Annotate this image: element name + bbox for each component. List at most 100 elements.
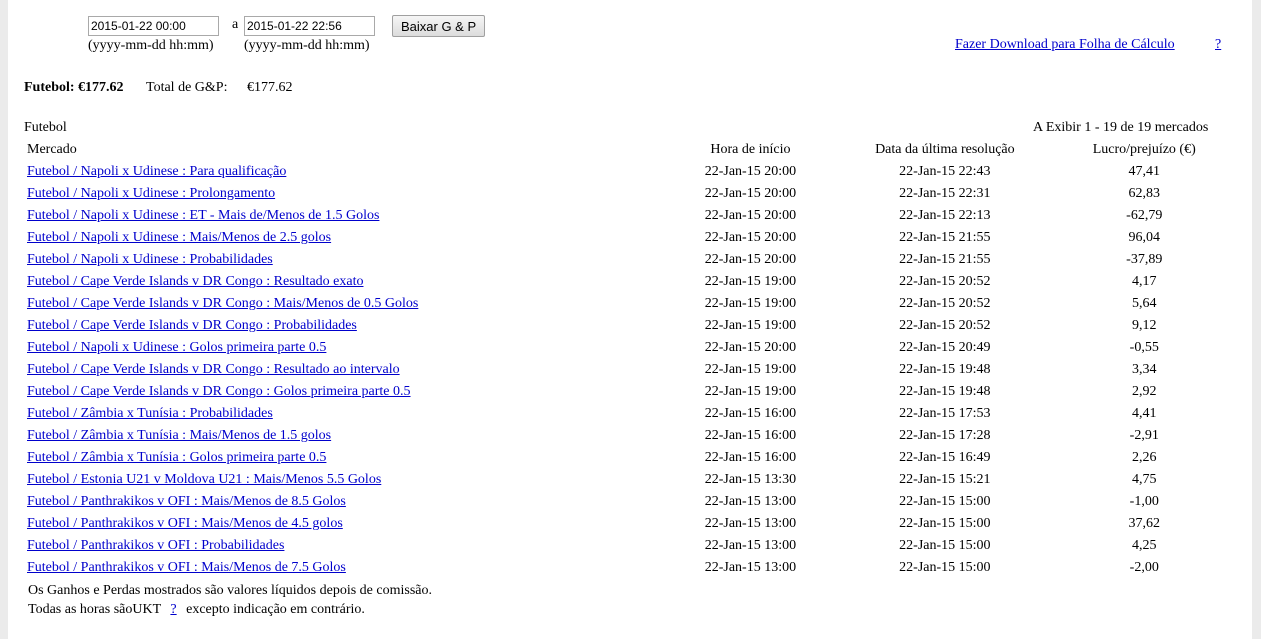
- table-row: Futebol / Panthrakikos v OFI : Mais/Meno…: [24, 513, 1234, 535]
- col-header-profit-loss: Lucro/prejuízo (€): [1092, 142, 1196, 157]
- market-cell: Futebol / Panthrakikos v OFI : Mais/Meno…: [24, 513, 666, 535]
- page: a Baixar G & P (yyyy-mm-dd hh:mm) (yyyy-…: [8, 0, 1252, 639]
- market-link[interactable]: Futebol / Cape Verde Islands v DR Congo …: [27, 362, 400, 377]
- market-cell: Futebol / Cape Verde Islands v DR Congo …: [24, 381, 666, 403]
- table-row: Futebol / Napoli x Udinese : Mais/Menos …: [24, 227, 1234, 249]
- profit-loss-cell: -62,79: [1126, 208, 1163, 223]
- table-row: Futebol / Zâmbia x Tunísia : Mais/Menos …: [24, 425, 1234, 447]
- market-cell: Futebol / Cape Verde Islands v DR Congo …: [24, 315, 666, 337]
- profit-loss-cell: -2,91: [1129, 428, 1159, 443]
- from-date-input[interactable]: [88, 16, 219, 36]
- market-cell: Futebol / Napoli x Udinese : Mais/Menos …: [24, 227, 666, 249]
- market-link[interactable]: Futebol / Cape Verde Islands v DR Congo …: [27, 274, 363, 289]
- settled-date-cell: 22-Jan-15 15:00: [899, 516, 991, 531]
- market-cell: Futebol / Napoli x Udinese : Para qualif…: [24, 161, 666, 183]
- profit-loss-cell: 3,34: [1132, 362, 1157, 377]
- start-time-cell: 22-Jan-15 20:00: [704, 340, 797, 355]
- table-row: Futebol / Napoli x Udinese : Para qualif…: [24, 161, 1234, 183]
- profit-loss-cell: 2,92: [1132, 384, 1157, 399]
- market-cell: Futebol / Napoli x Udinese : Golos prime…: [24, 337, 666, 359]
- start-time-cell: 22-Jan-15 20:00: [704, 164, 797, 179]
- start-time-cell: 22-Jan-15 13:00: [704, 516, 797, 531]
- market-link[interactable]: Futebol / Napoli x Udinese : Prolongamen…: [27, 186, 275, 201]
- spreadsheet-help-link[interactable]: ?: [1215, 37, 1221, 53]
- col-header-start-time: Hora de início: [710, 142, 791, 157]
- market-link[interactable]: Futebol / Zâmbia x Tunísia : Probabilida…: [27, 406, 273, 421]
- table-row: Futebol / Napoli x Udinese : Probabilida…: [24, 249, 1234, 271]
- table-row: Futebol / Napoli x Udinese : Prolongamen…: [24, 183, 1234, 205]
- start-time-cell: 22-Jan-15 16:00: [704, 406, 797, 421]
- spreadsheet-download-link[interactable]: Fazer Download para Folha de Cálculo: [955, 37, 1175, 53]
- profit-loss-cell: 2,26: [1132, 450, 1157, 465]
- table-row: Futebol / Panthrakikos v OFI : Probabili…: [24, 535, 1234, 557]
- start-time-cell: 22-Jan-15 13:00: [704, 538, 797, 553]
- market-link[interactable]: Futebol / Panthrakikos v OFI : Probabili…: [27, 538, 284, 553]
- commission-note: Os Ganhos e Perdas mostrados são valores…: [28, 583, 432, 598]
- settled-date-cell: 22-Jan-15 21:55: [899, 230, 991, 245]
- profit-loss-cell: 96,04: [1128, 230, 1161, 245]
- market-cell: Futebol / Zâmbia x Tunísia : Mais/Menos …: [24, 425, 666, 447]
- settled-date-cell: 22-Jan-15 15:00: [899, 560, 991, 575]
- timezone-prefix: Todas as horas sãoUKT: [28, 602, 161, 617]
- settled-date-cell: 22-Jan-15 17:53: [899, 406, 991, 421]
- section-title: Futebol: [24, 120, 67, 135]
- settled-date-cell: 22-Jan-15 20:52: [899, 274, 991, 289]
- total-pl-label: Total de G&P:: [146, 80, 228, 95]
- settled-date-cell: 22-Jan-15 19:48: [899, 362, 991, 377]
- timezone-note: Todas as horas sãoUKT ? excepto indicaçã…: [28, 602, 365, 618]
- market-link[interactable]: Futebol / Zâmbia x Tunísia : Mais/Menos …: [27, 428, 331, 443]
- market-link[interactable]: Futebol / Cape Verde Islands v DR Congo …: [27, 384, 411, 399]
- start-time-cell: 22-Jan-15 13:30: [704, 472, 797, 487]
- start-time-cell: 22-Jan-15 13:00: [704, 494, 797, 509]
- profit-loss-cell: -2,00: [1129, 560, 1159, 575]
- settled-date-cell: 22-Jan-15 19:48: [899, 384, 991, 399]
- market-link[interactable]: Futebol / Zâmbia x Tunísia : Golos prime…: [27, 450, 326, 465]
- from-date-hint: (yyyy-mm-dd hh:mm): [88, 38, 214, 53]
- profit-loss-cell: -1,00: [1129, 494, 1159, 509]
- start-time-cell: 22-Jan-15 16:00: [704, 450, 797, 465]
- table-row: Futebol / Cape Verde Islands v DR Congo …: [24, 271, 1234, 293]
- settled-date-cell: 22-Jan-15 21:55: [899, 252, 991, 267]
- start-time-cell: 22-Jan-15 13:00: [704, 560, 797, 575]
- market-link[interactable]: Futebol / Panthrakikos v OFI : Mais/Meno…: [27, 560, 346, 575]
- to-date-hint: (yyyy-mm-dd hh:mm): [244, 38, 370, 53]
- settled-date-cell: 22-Jan-15 15:00: [899, 494, 991, 509]
- download-pl-button[interactable]: Baixar G & P: [392, 15, 486, 37]
- market-link[interactable]: Futebol / Estonia U21 v Moldova U21 : Ma…: [27, 472, 381, 487]
- start-time-cell: 22-Jan-15 20:00: [704, 252, 797, 267]
- table-row: Futebol / Panthrakikos v OFI : Mais/Meno…: [24, 491, 1234, 513]
- market-link[interactable]: Futebol / Panthrakikos v OFI : Mais/Meno…: [27, 516, 343, 531]
- profit-loss-cell: 47,41: [1128, 164, 1161, 179]
- market-cell: Futebol / Panthrakikos v OFI : Probabili…: [24, 535, 666, 557]
- settled-date-cell: 22-Jan-15 22:31: [899, 186, 991, 201]
- market-cell: Futebol / Napoli x Udinese : Probabilida…: [24, 249, 666, 271]
- timezone-suffix: excepto indicação em contrário.: [186, 602, 365, 617]
- market-cell: Futebol / Zâmbia x Tunísia : Probabilida…: [24, 403, 666, 425]
- profit-loss-cell: 9,12: [1132, 318, 1157, 333]
- market-link[interactable]: Futebol / Napoli x Udinese : ET - Mais d…: [27, 208, 379, 223]
- timezone-help-link[interactable]: ?: [170, 602, 176, 617]
- to-date-input[interactable]: [244, 16, 375, 36]
- start-time-cell: 22-Jan-15 20:00: [704, 186, 797, 201]
- market-cell: Futebol / Zâmbia x Tunísia : Golos prime…: [24, 447, 666, 469]
- table-row: Futebol / Napoli x Udinese : ET - Mais d…: [24, 205, 1234, 227]
- table-header-row: Mercado Hora de início Data da última re…: [24, 139, 1234, 161]
- market-link[interactable]: Futebol / Panthrakikos v OFI : Mais/Meno…: [27, 494, 346, 509]
- table-row: Futebol / Panthrakikos v OFI : Mais/Meno…: [24, 557, 1234, 579]
- profit-loss-cell: 5,64: [1132, 296, 1157, 311]
- market-link[interactable]: Futebol / Napoli x Udinese : Mais/Menos …: [27, 230, 331, 245]
- profit-loss-cell: 37,62: [1128, 516, 1161, 531]
- market-link[interactable]: Futebol / Cape Verde Islands v DR Congo …: [27, 296, 418, 311]
- market-link[interactable]: Futebol / Napoli x Udinese : Golos prime…: [27, 340, 326, 355]
- market-link[interactable]: Futebol / Napoli x Udinese : Probabilida…: [27, 252, 273, 267]
- date-separator: a: [232, 17, 239, 32]
- profit-loss-cell: 4,41: [1132, 406, 1157, 421]
- market-link[interactable]: Futebol / Cape Verde Islands v DR Congo …: [27, 318, 357, 333]
- sport-total: Futebol: €177.62: [24, 80, 124, 95]
- market-cell: Futebol / Napoli x Udinese : ET - Mais d…: [24, 205, 666, 227]
- start-time-cell: 22-Jan-15 19:00: [704, 296, 797, 311]
- table-row: Futebol / Napoli x Udinese : Golos prime…: [24, 337, 1234, 359]
- market-cell: Futebol / Napoli x Udinese : Prolongamen…: [24, 183, 666, 205]
- profit-loss-cell: 4,17: [1132, 274, 1157, 289]
- market-link[interactable]: Futebol / Napoli x Udinese : Para qualif…: [27, 164, 286, 179]
